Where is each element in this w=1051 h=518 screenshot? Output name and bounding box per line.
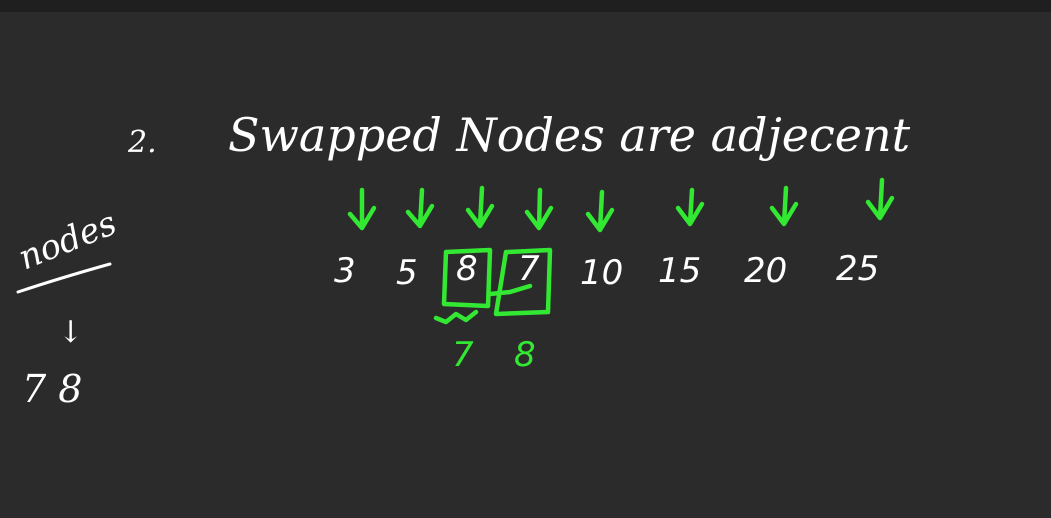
side-note-underline: [16, 262, 112, 294]
down-arrow-icon: [675, 187, 705, 227]
down-arrow-icon: [769, 185, 799, 227]
down-arrow-icon: [465, 185, 495, 229]
swap-check-mark: [433, 309, 479, 325]
down-arrow-icon: [524, 187, 554, 231]
green-annotations: [16, 177, 895, 325]
down-arrow-icon: [347, 187, 377, 231]
down-arrow-icon: [405, 187, 435, 229]
down-arrow-icon: [865, 177, 895, 221]
swap-connector: [487, 283, 533, 297]
down-arrow-icon: [585, 189, 615, 233]
swap-box-icon: [493, 247, 553, 317]
whiteboard: 2. Swapped Nodes are adjecent 3 5 8 7 10…: [0, 0, 1051, 518]
swap-box-icon: [441, 247, 493, 309]
